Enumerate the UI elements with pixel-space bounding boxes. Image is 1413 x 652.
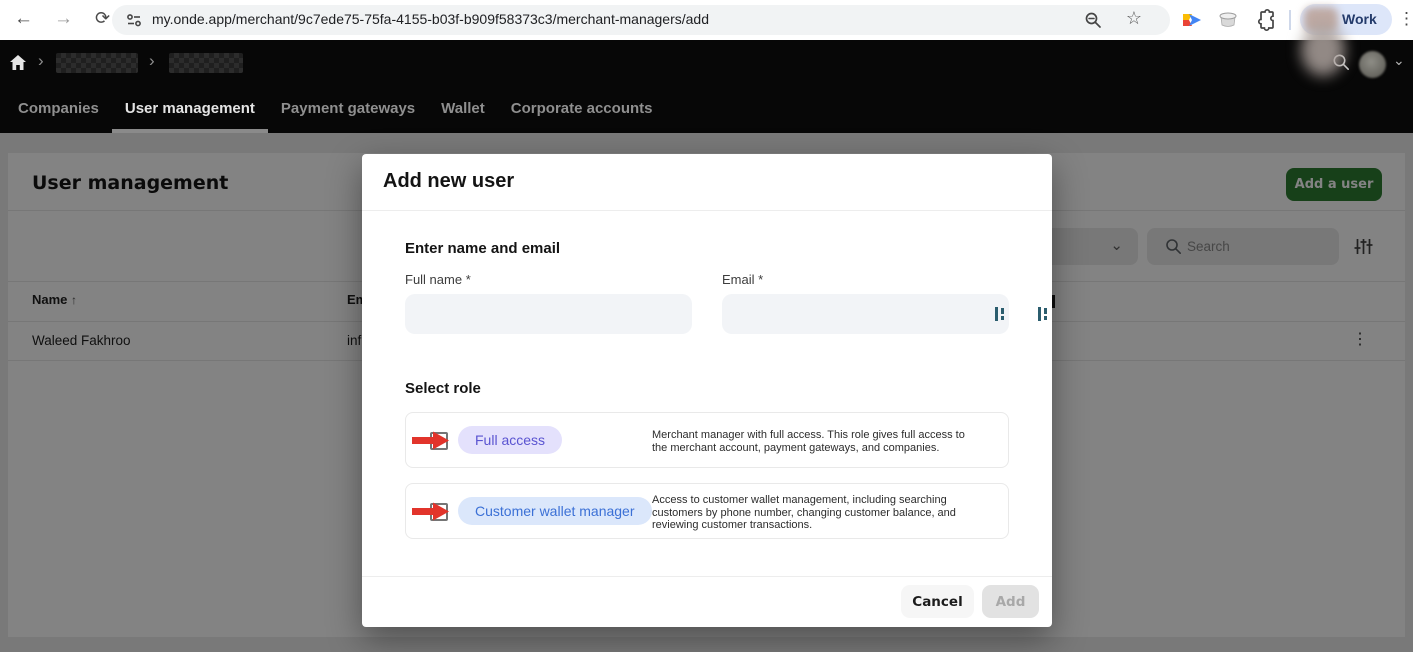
url-bar[interactable]: my.onde.app/merchant/9c7ede75-75fa-4155-… [112,5,1170,35]
tab-payment-gateways[interactable]: Payment gateways [268,92,428,133]
tab-wallet[interactable]: Wallet [428,92,498,133]
home-icon[interactable] [9,54,27,76]
breadcrumb-chevron-icon: › [38,51,44,70]
app-header: › › ⌄ Companies User management Payment … [0,40,1413,133]
full-name-label: Full name * [405,272,471,287]
site-info-icon[interactable] [126,12,142,28]
role-option-customer-wallet-manager[interactable]: Customer wallet manager Access to custom… [405,483,1009,539]
section-select-role: Select role [405,380,481,397]
tab-user-management[interactable]: User management [111,92,268,133]
browser-refresh-icon[interactable]: ⟳ [95,8,110,29]
add-button-disabled[interactable]: Add [982,585,1039,618]
toolbar-separator [1289,10,1291,30]
avatar-chevron-down-icon[interactable]: ⌄ [1393,52,1405,69]
annotation-arrow-full-access [412,431,450,450]
extensions-puzzle-icon[interactable] [1253,8,1277,32]
url-text[interactable]: my.onde.app/merchant/9c7ede75-75fa-4155-… [152,11,709,27]
full-access-chip[interactable]: Full access [458,426,563,454]
section-enter-name-email: Enter name and email [405,240,561,257]
browser-back-icon[interactable]: ← [14,8,33,30]
breadcrumb-chevron-icon: › [149,51,155,70]
email-input[interactable] [722,294,1009,334]
main-nav-tabs: Companies User management Payment gatewa… [5,92,665,133]
cancel-button[interactable]: Cancel [901,585,974,618]
zoom-icon[interactable] [1084,11,1102,34]
tab-corporate-accounts[interactable]: Corporate accounts [498,92,666,133]
redacted-breadcrumb-2[interactable] [169,53,243,73]
divider [362,576,1052,577]
tab-companies[interactable]: Companies [5,92,112,133]
divider [362,210,1052,211]
role-description: Merchant manager with full access. This … [652,429,965,454]
customer-wallet-manager-chip[interactable]: Customer wallet manager [458,497,652,525]
role-description: Access to customer wallet management, in… [652,494,956,531]
browser-toolbar: ← → ⟳ my.onde.app/merchant/9c7ede75-75fa… [0,0,1413,40]
password-manager-autofill-icon[interactable] [1038,306,1050,322]
role-option-full-access[interactable]: Full access Merchant manager with full a… [405,412,1009,468]
modal-title: Add new user [383,170,515,192]
full-name-input[interactable] [405,294,692,334]
redacted-breadcrumb-1[interactable] [56,53,138,73]
email-label: Email * [722,272,764,287]
annotation-arrow-customer-wallet [412,502,450,521]
avatar-blur-smudge [1301,24,1345,76]
browser-menu-icon[interactable]: ⋮ [1398,9,1413,29]
bookmark-star-icon[interactable]: ☆ [1126,8,1142,29]
password-manager-autofill-icon[interactable] [995,306,1007,322]
user-avatar[interactable] [1359,51,1386,78]
screenshot-stage: ← → ⟳ my.onde.app/merchant/9c7ede75-75fa… [0,0,1413,652]
browser-forward-icon[interactable]: → [54,8,73,30]
profile-name: Work [1342,11,1377,27]
add-new-user-modal: Add new user Enter name and email Full n… [362,154,1052,627]
extension-cup-icon[interactable] [1216,8,1240,32]
extension-arrow-icon[interactable] [1180,8,1204,32]
